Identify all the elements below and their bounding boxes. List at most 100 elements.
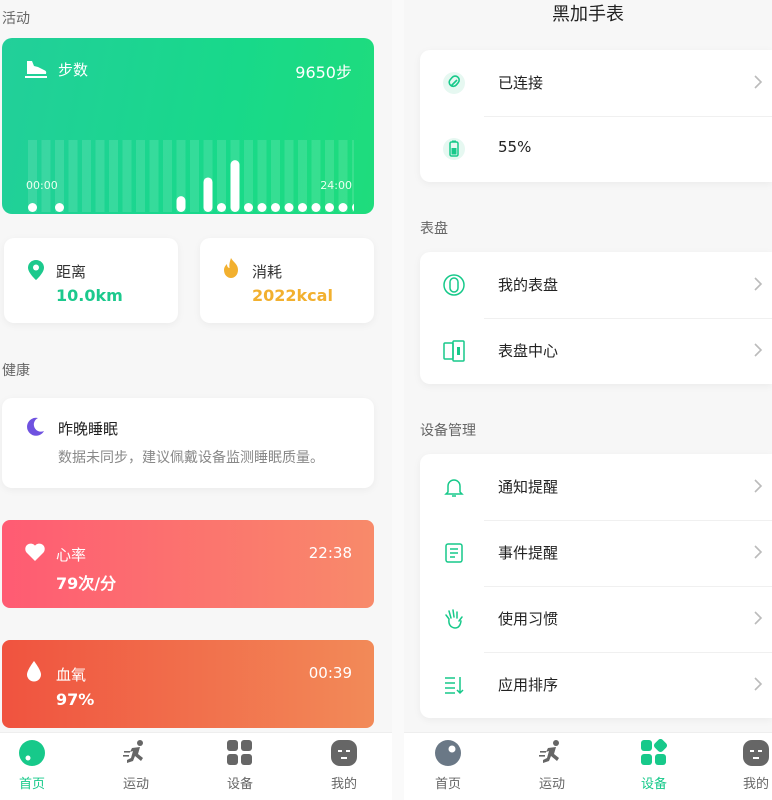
- tab-home-label: 首页: [18, 777, 45, 792]
- chevron-right-icon: [754, 343, 763, 357]
- distance-card[interactable]: 距离 10.0km: [4, 238, 178, 323]
- hour-bar: [257, 203, 267, 212]
- hour-track: [244, 140, 253, 212]
- calories-card[interactable]: 消耗 2022kcal: [200, 238, 374, 323]
- chevron-right-icon: [754, 75, 763, 89]
- blood-oxygen-time: 00:39: [308, 664, 352, 682]
- bell-icon: [444, 479, 464, 497]
- health-section-label: 健康: [2, 363, 30, 379]
- link-icon: [443, 72, 465, 94]
- moon-icon: [27, 417, 44, 436]
- event-reminder-label: 事件提醒: [498, 544, 559, 562]
- my-watchface-row[interactable]: 我的表盘: [420, 252, 772, 318]
- hour-bar: [55, 203, 64, 212]
- chevron-right-icon: [754, 677, 763, 691]
- heart-rate-value: 79次/分: [56, 574, 117, 593]
- hour-bar: [28, 203, 37, 212]
- sleep-description: 数据未同步，建议佩戴设备监测睡眠质量。: [58, 450, 324, 466]
- device-management-section-label: 设备管理: [420, 423, 476, 439]
- blood-oxygen-value: 97%: [56, 690, 95, 709]
- tab-home[interactable]: 首页: [418, 739, 478, 792]
- hour-track: [149, 140, 159, 212]
- hour-track: [136, 140, 145, 212]
- heart-rate-card[interactable]: 心率 79次/分 22:38: [2, 520, 374, 608]
- device-grid-icon: [641, 739, 668, 765]
- runner-icon: [539, 740, 559, 763]
- hour-bar: [338, 203, 348, 212]
- hour-bar: [271, 203, 280, 212]
- sleep-title: 昨晚睡眠: [58, 420, 119, 438]
- hour-track: [95, 140, 105, 212]
- tab-sport[interactable]: 运动: [106, 739, 166, 792]
- tab-mine-label: 我的: [330, 777, 357, 792]
- connection-status: 已连接: [498, 74, 544, 92]
- home-icon: [435, 740, 461, 766]
- hand-icon: [445, 609, 463, 629]
- clipboard-icon: [445, 543, 463, 563]
- hour-bar: [244, 203, 253, 212]
- screen-divider: [392, 0, 404, 800]
- hour-bar: [230, 160, 240, 212]
- tab-device[interactable]: 设备: [210, 739, 270, 792]
- connection-row[interactable]: 已连接: [420, 50, 772, 116]
- hour-bar: [217, 203, 226, 212]
- steps-title: 步数: [58, 61, 89, 79]
- hour-track: [311, 140, 321, 212]
- steps-value: 9650步: [295, 63, 352, 82]
- battery-level: 55%: [498, 138, 532, 156]
- device-screen: 黑加手表 已连接 55% 表盘 我的表盘 表盘中心 设备管理 通知提醒 事件提醒…: [404, 0, 772, 800]
- hour-bar: [176, 196, 186, 212]
- hour-track: [271, 140, 280, 212]
- axis-end-label: 24:00: [320, 179, 352, 192]
- home-screen: 活动 步数 9650步 00:00 24:00 距离 10.0km 消耗 202…: [0, 0, 392, 800]
- device-management-group: 通知提醒 事件提醒 使用习惯 应用排序: [420, 454, 772, 718]
- calories-label: 消耗: [252, 263, 283, 281]
- hour-track: [55, 140, 64, 212]
- bottom-tab-bar: 首页 运动 设备 我的: [404, 732, 772, 800]
- device-status-group: 已连接 55%: [420, 50, 772, 182]
- tab-home-label: 首页: [434, 777, 461, 792]
- tab-mine[interactable]: 我的: [314, 739, 374, 792]
- notifications-label: 通知提醒: [498, 478, 559, 496]
- watchface-center-row[interactable]: 表盘中心: [420, 318, 772, 384]
- event-reminder-row[interactable]: 事件提醒: [420, 520, 772, 586]
- hour-bar: [284, 203, 294, 212]
- tab-sport[interactable]: 运动: [522, 739, 582, 792]
- hour-track: [298, 140, 307, 212]
- tab-mine[interactable]: 我的: [726, 739, 772, 792]
- tab-home[interactable]: 首页: [2, 739, 62, 792]
- activity-section-label: 活动: [2, 11, 30, 27]
- battery-row: 55%: [420, 116, 772, 182]
- watchface-group: 我的表盘 表盘中心: [420, 252, 772, 384]
- tab-device[interactable]: 设备: [624, 739, 684, 792]
- hour-track: [41, 140, 51, 212]
- chevron-right-icon: [754, 611, 763, 625]
- steps-card[interactable]: 步数 9650步 00:00 24:00: [2, 38, 374, 214]
- usage-habits-row[interactable]: 使用习惯: [420, 586, 772, 652]
- hour-track: [352, 140, 354, 212]
- profile-icon: [331, 740, 357, 766]
- blood-oxygen-card[interactable]: 血氧 97% 00:39: [2, 640, 374, 728]
- tab-mine-label: 我的: [742, 777, 769, 792]
- distance-value: 10.0km: [56, 286, 123, 305]
- device-grid-icon: [227, 740, 252, 765]
- distance-label: 距离: [56, 263, 87, 281]
- sleep-card[interactable]: 昨晚睡眠 数据未同步，建议佩戴设备监测睡眠质量。: [2, 398, 374, 488]
- battery-icon: [443, 138, 465, 160]
- app-order-row[interactable]: 应用排序: [420, 652, 772, 718]
- hour-track: [190, 140, 199, 212]
- hour-bar: [298, 203, 307, 212]
- tab-device-label: 设备: [226, 777, 253, 792]
- heart-rate-time: 22:38: [308, 544, 352, 562]
- tab-sport-label: 运动: [538, 777, 565, 792]
- hour-track: [325, 140, 334, 212]
- notifications-row[interactable]: 通知提醒: [420, 454, 772, 520]
- axis-start-label: 00:00: [26, 179, 58, 192]
- calories-value: 2022kcal: [252, 286, 333, 305]
- my-watchface-label: 我的表盘: [498, 276, 559, 294]
- bottom-tab-bar: 首页 运动 设备 我的: [0, 732, 392, 800]
- device-title: 黑加手表: [552, 4, 624, 25]
- watchface-gallery-icon: [443, 340, 465, 362]
- chevron-right-icon: [754, 545, 763, 559]
- heart-icon: [25, 543, 45, 561]
